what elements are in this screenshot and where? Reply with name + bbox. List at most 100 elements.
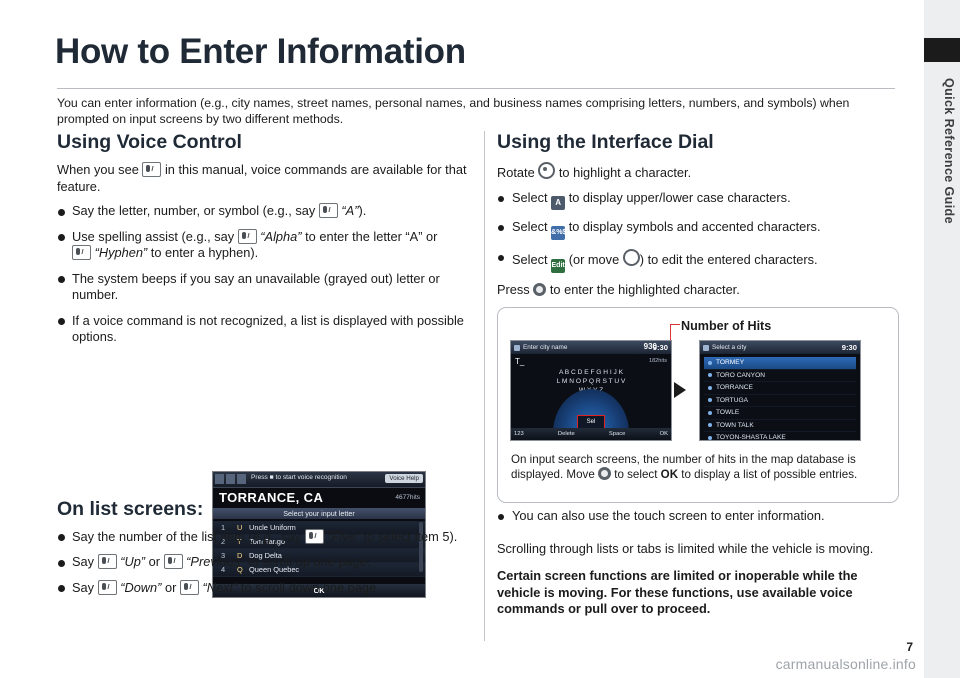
side-tab-marker (924, 38, 960, 62)
list-item: You can also use the touch screen to ent… (497, 508, 901, 525)
list-item: Say the letter, number, or symbol (e.g.,… (57, 203, 469, 220)
list-item-label: TORTUGA (716, 396, 748, 404)
press-dial-icon (598, 467, 612, 480)
list-item[interactable]: TOWN TALK (704, 420, 856, 432)
bullet-icon (708, 435, 712, 440)
list-item-label: TOWLE (716, 409, 740, 417)
list-item-label: TORMEY (716, 359, 745, 367)
bullet-quote-2: “Next” (202, 579, 238, 595)
page-intro: You can enter information (e.g., city na… (57, 88, 895, 127)
list-item: Use spelling assist (e.g., say “Alpha” t… (57, 228, 469, 262)
list-item: Say “Down” or “Next” to scroll down one … (57, 579, 469, 597)
press-text-b: to enter the highlighted character. (549, 281, 740, 297)
bullet-quote: “A” (341, 203, 359, 218)
voice-intro-text-a: When you see (57, 162, 139, 177)
bullet-icon (708, 360, 712, 365)
mini-title: Enter city name (523, 344, 568, 351)
page-number: 7 (906, 640, 913, 654)
bullet-quote: “Up” (120, 554, 146, 569)
space-button[interactable]: Space (609, 431, 625, 437)
list-item: The system beeps if you say an unavailab… (57, 271, 469, 304)
bullet-icon (708, 385, 712, 390)
list-item-label: TOYON-SHASTA LAKE (716, 434, 786, 441)
bullet-text: Select (512, 218, 548, 234)
bullet-text-mid: or (148, 554, 161, 569)
clock: 9:30 (841, 343, 857, 352)
screen-icon (514, 344, 520, 351)
list-item[interactable]: TOYON-SHASTA LAKE (704, 432, 856, 441)
list-item-label: TOWN TALK (716, 421, 754, 429)
bullet-quote-2: “Hyphen” (94, 245, 148, 260)
numeric-keys-button[interactable]: 123 (514, 431, 524, 437)
interface-dial-icon (538, 162, 556, 179)
caption-text-b: to select (614, 468, 658, 481)
list-item[interactable]: TOWLE (704, 407, 856, 420)
bullet-text-end: to scroll down one page. (240, 579, 380, 595)
screenshot-status-bar: Press ■ to start voice recognition Voice… (213, 472, 425, 488)
bullet-text: Select (512, 251, 548, 267)
mini-bottom-bar: 123 Delete Space OK (511, 428, 671, 440)
abc-icon: A (551, 195, 566, 210)
nav-screen-select-city: Select a city 9:30 TORMEY TORO CANYON TO… (699, 340, 861, 441)
bullet-text-end: to display upper/lower case characters. (568, 189, 791, 205)
list-item-label: TORO CANYON (716, 371, 765, 379)
voice-command-icon (304, 528, 324, 544)
bullet-icon (708, 410, 712, 415)
text-input-value: T_ (515, 357, 525, 366)
touch-screen-bullets: You can also use the touch screen to ent… (497, 508, 901, 525)
page-title: How to Enter Information (55, 32, 466, 71)
rotate-text-a: Rotate (497, 165, 535, 180)
voice-help-button[interactable]: Voice Help (385, 474, 423, 483)
delete-button[interactable]: Delete (558, 431, 575, 437)
number-of-hits-value: 930 (643, 342, 657, 351)
list-item[interactable]: TORTUGA (704, 395, 856, 407)
voice-command-icon (97, 579, 117, 595)
bullet-text-end: to display symbols and accented characte… (568, 218, 821, 234)
bullet-quote: “Alpha” (260, 228, 302, 244)
voice-control-bullets: Say the letter, number, or symbol (e.g.,… (57, 203, 469, 346)
press-dial-icon (533, 282, 547, 296)
mini-title: Select a city (712, 344, 747, 351)
voice-control-intro: When you see in this manual, voice comma… (57, 162, 469, 195)
ok-button[interactable]: OK (660, 431, 668, 437)
watermark: carmanualsonline.info (775, 656, 916, 672)
screenshot-hits: 4677hits (395, 494, 420, 501)
bullet-text-mid: (or move (568, 251, 620, 267)
note-scrolling: Scrolling through lists or tabs is limit… (497, 540, 874, 556)
heading-using-voice-control: Using Voice Control (57, 131, 242, 153)
city-list[interactable]: TORMEY TORO CANYON TORRANCE TORTUGA TOWL… (704, 357, 856, 441)
callout-caption: On input search screens, the number of h… (511, 452, 885, 482)
closing-notes: You can also use the touch screen to ent… (497, 508, 901, 629)
list-item: Select Edit (or move ) to edit the enter… (497, 248, 901, 273)
bullet-text-end: ) to edit the entered characters. (639, 251, 818, 267)
bullet-quote: “Down” (120, 579, 162, 595)
list-item: Say the number of the list item (e.g., s… (57, 528, 469, 546)
voice-command-icon (318, 203, 338, 218)
caption-text-c: to display a list of possible entries. (681, 468, 858, 481)
heading-using-interface-dial: Using the Interface Dial (497, 131, 714, 153)
side-section-label: Quick Reference Guide (942, 78, 956, 224)
press-text-a: Press (497, 281, 530, 297)
bullet-text-end: ). (358, 203, 367, 218)
flow-arrow-icon (674, 382, 686, 398)
bullet-quote-2: “Previous” (186, 554, 245, 569)
bullet-text-end: to enter a hyphen). (150, 245, 259, 260)
left-column: Using Voice Control When you see in this… (57, 131, 469, 605)
list-item[interactable]: TORO CANYON (704, 370, 856, 382)
keyboard-row[interactable]: L M N O P Q R S T U V (511, 378, 671, 385)
voice-command-icon (142, 162, 162, 177)
bullet-text-end: to scroll up one page. (248, 554, 371, 569)
list-item: If a voice command is not recognized, a … (57, 313, 469, 346)
keyboard-row[interactable]: A B C D E F G H I J K (511, 369, 671, 376)
list-item[interactable]: TORMEY (704, 357, 856, 370)
bullet-text: Say (72, 579, 95, 595)
screen-icon (703, 344, 709, 351)
press-instruction: Press to enter the highlighted character… (497, 282, 901, 299)
bullet-icon (708, 398, 712, 403)
bullet-text-mid: or (165, 579, 177, 595)
caption-ok-label: OK (660, 468, 679, 481)
mini-title-bar: Select a city 9:30 (700, 341, 860, 354)
list-item[interactable]: TORRANCE (704, 382, 856, 395)
voice-command-icon (179, 579, 199, 595)
list-item-label: TORRANCE (716, 384, 753, 392)
